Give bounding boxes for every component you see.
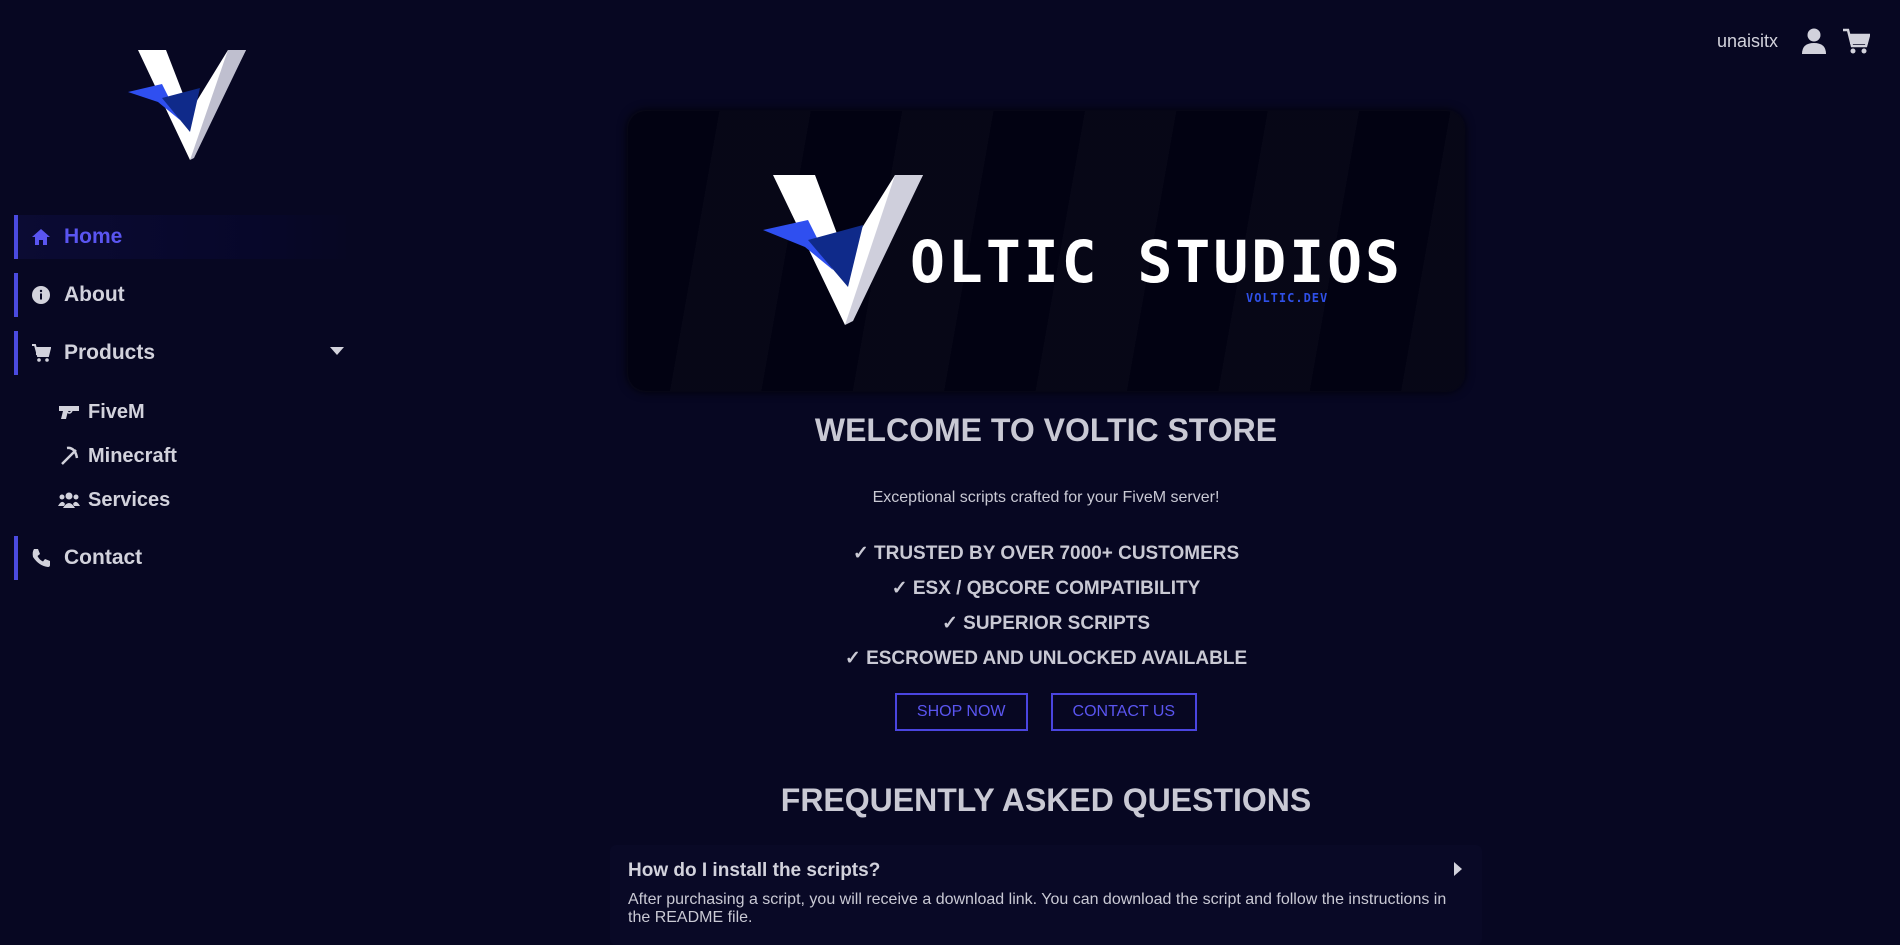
users-icon xyxy=(58,489,80,511)
voltic-logo-icon[interactable] xyxy=(128,50,258,160)
faq-question[interactable]: How do I install the scripts? xyxy=(628,860,880,882)
page-title: WELCOME TO VOLTIC STORE xyxy=(814,412,1278,448)
chevron-right-icon[interactable] xyxy=(1454,862,1462,876)
banner-title: OLTIC STUDIOS xyxy=(910,228,1403,296)
info-icon xyxy=(30,284,52,306)
sidebar-subitem-label: Minecraft xyxy=(88,444,177,467)
sidebar: Home About Products FiveM Minecraft Serv… xyxy=(0,0,360,934)
hero-tagline: Exceptional scripts crafted for your Fiv… xyxy=(872,489,1220,506)
hero-buttons: SHOP NOW CONTACT US xyxy=(628,693,1464,731)
user-toolbar: unaisitx xyxy=(1717,26,1870,56)
sidebar-item-label: Home xyxy=(64,225,123,248)
faq-answer: After purchasing a script, you will rece… xyxy=(628,891,1447,926)
home-icon xyxy=(30,226,52,248)
sidebar-subitem-minecraft[interactable]: Minecraft xyxy=(58,441,177,471)
banner-subtitle: VOLTIC.DEV xyxy=(1246,291,1329,305)
sidebar-subitem-label: FiveM xyxy=(88,400,145,423)
chevron-down-icon[interactable] xyxy=(330,347,344,355)
sidebar-item-products[interactable]: Products xyxy=(14,331,354,375)
sidebar-item-label: Products xyxy=(64,341,156,364)
sidebar-subitem-label: Services xyxy=(88,488,171,511)
cart-icon xyxy=(30,342,52,364)
feature-item: ✓ ESCROWED AND UNLOCKED AVAILABLE xyxy=(844,648,1248,669)
feature-item: ✓ ESX / QBCORE COMPATIBILITY xyxy=(891,578,1201,599)
user-icon[interactable] xyxy=(1800,26,1828,56)
sidebar-item-label: Contact xyxy=(64,546,143,569)
phone-icon xyxy=(30,547,52,569)
faq-title: FREQUENTLY ASKED QUESTIONS xyxy=(780,782,1312,818)
sidebar-item-contact[interactable]: Contact xyxy=(14,536,354,580)
feature-item: ✓ SUPERIOR SCRIPTS xyxy=(941,613,1151,634)
sidebar-subitem-services[interactable]: Services xyxy=(58,485,170,515)
username-link[interactable]: unaisitx xyxy=(1717,31,1778,52)
pickaxe-icon xyxy=(58,445,80,467)
sidebar-item-home[interactable]: Home xyxy=(14,215,354,259)
feature-item: ✓ TRUSTED BY OVER 7000+ CUSTOMERS xyxy=(852,543,1240,564)
sidebar-subitem-fivem[interactable]: FiveM xyxy=(58,397,145,427)
feature-list: ✓ TRUSTED BY OVER 7000+ CUSTOMERS ✓ ESX … xyxy=(628,543,1464,683)
faq-item[interactable]: How do I install the scripts? After purc… xyxy=(610,845,1482,945)
gun-icon xyxy=(58,401,80,423)
contact-us-button[interactable]: CONTACT US xyxy=(1050,693,1198,731)
sidebar-item-label: About xyxy=(64,283,125,306)
cart-icon[interactable] xyxy=(1842,26,1870,56)
sidebar-item-about[interactable]: About xyxy=(14,273,354,317)
shop-now-button[interactable]: SHOP NOW xyxy=(894,693,1028,731)
hero-banner: OLTIC STUDIOS VOLTIC.DEV xyxy=(628,111,1464,391)
